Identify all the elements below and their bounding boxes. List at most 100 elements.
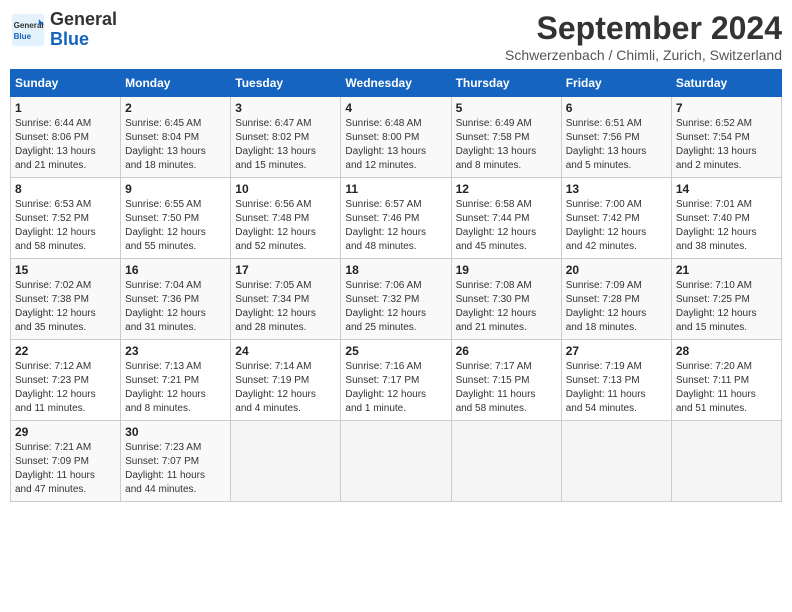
day-number: 16: [125, 263, 226, 277]
calendar-day-cell: [231, 421, 341, 502]
month-year: September 2024: [505, 10, 782, 47]
calendar-day-cell: 20Sunrise: 7:09 AM Sunset: 7:28 PM Dayli…: [561, 259, 671, 340]
day-info: Sunrise: 6:48 AM Sunset: 8:00 PM Dayligh…: [345, 117, 446, 173]
calendar-day-cell: 13Sunrise: 7:00 AM Sunset: 7:42 PM Dayli…: [561, 178, 671, 259]
day-number: 24: [235, 344, 336, 358]
day-number: 27: [566, 344, 667, 358]
calendar-day-cell: 22 Sunrise: 7:12 AM Sunset: 7:23 PM Dayli…: [11, 340, 121, 421]
calendar-week-row: 15 Sunrise: 7:02 AM Sunset: 7:38 PM Dayli…: [11, 259, 782, 340]
calendar-day-cell: 28Sunrise: 7:20 AM Sunset: 7:11 PM Dayli…: [671, 340, 781, 421]
day-number: 8: [15, 182, 116, 196]
calendar-day-cell: 26 Sunrise: 7:17 AM Sunset: 7:15 PM Dayli…: [451, 340, 561, 421]
day-info: Sunrise: 7:17 AM Sunset: 7:15 PM Dayligh…: [456, 360, 557, 416]
day-number: 22: [15, 344, 116, 358]
calendar-day-cell: 4 Sunrise: 6:48 AM Sunset: 8:00 PM Daylig…: [341, 97, 451, 178]
day-header-saturday: Saturday: [671, 70, 781, 97]
title-block: September 2024 Schwerzenbach / Chimli, Z…: [505, 10, 782, 63]
day-header-tuesday: Tuesday: [231, 70, 341, 97]
day-info: Sunrise: 7:05 AM Sunset: 7:34 PM Dayligh…: [235, 279, 336, 335]
day-number: 28: [676, 344, 777, 358]
calendar-day-cell: 19 Sunrise: 7:08 AM Sunset: 7:30 PM Dayli…: [451, 259, 561, 340]
day-number: 29: [15, 425, 116, 439]
day-number: 19: [456, 263, 557, 277]
calendar-day-cell: [451, 421, 561, 502]
day-number: 13: [566, 182, 667, 196]
day-info: Sunrise: 7:12 AM Sunset: 7:23 PM Dayligh…: [15, 360, 116, 416]
day-number: 18: [345, 263, 446, 277]
day-number: 4: [345, 101, 446, 115]
day-info: Sunrise: 6:58 AM Sunset: 7:44 PM Dayligh…: [456, 198, 557, 254]
calendar-day-cell: 11Sunrise: 6:57 AM Sunset: 7:46 PM Dayli…: [341, 178, 451, 259]
calendar-day-cell: [561, 421, 671, 502]
calendar-week-row: 22 Sunrise: 7:12 AM Sunset: 7:23 PM Dayli…: [11, 340, 782, 421]
calendar-header-row: SundayMondayTuesdayWednesdayThursdayFrid…: [11, 70, 782, 97]
day-info: Sunrise: 7:01 AM Sunset: 7:40 PM Dayligh…: [676, 198, 777, 254]
day-info: Sunrise: 7:02 AM Sunset: 7:38 PM Dayligh…: [15, 279, 116, 335]
day-info: Sunrise: 7:13 AM Sunset: 7:21 PM Dayligh…: [125, 360, 226, 416]
day-number: 3: [235, 101, 336, 115]
calendar-day-cell: 12 Sunrise: 6:58 AM Sunset: 7:44 PM Dayli…: [451, 178, 561, 259]
day-info: Sunrise: 7:23 AM Sunset: 7:07 PM Dayligh…: [125, 441, 226, 497]
day-header-thursday: Thursday: [451, 70, 561, 97]
day-number: 25: [345, 344, 446, 358]
day-info: Sunrise: 7:16 AM Sunset: 7:17 PM Dayligh…: [345, 360, 446, 416]
calendar-day-cell: 2 Sunrise: 6:45 AM Sunset: 8:04 PM Daylig…: [121, 97, 231, 178]
calendar-week-row: 29 Sunrise: 7:21 AM Sunset: 7:09 PM Dayli…: [11, 421, 782, 502]
logo: General Blue General Blue: [10, 10, 117, 50]
day-info: Sunrise: 6:53 AM Sunset: 7:52 PM Dayligh…: [15, 198, 116, 254]
day-number: 11: [345, 182, 446, 196]
day-number: 17: [235, 263, 336, 277]
calendar-day-cell: 17 Sunrise: 7:05 AM Sunset: 7:34 PM Dayli…: [231, 259, 341, 340]
day-info: Sunrise: 7:04 AM Sunset: 7:36 PM Dayligh…: [125, 279, 226, 335]
logo-text: General Blue: [50, 10, 117, 50]
calendar-day-cell: [341, 421, 451, 502]
calendar-day-cell: 1 Sunrise: 6:44 AM Sunset: 8:06 PM Daylig…: [11, 97, 121, 178]
day-info: Sunrise: 6:45 AM Sunset: 8:04 PM Dayligh…: [125, 117, 226, 173]
calendar-day-cell: 27 Sunrise: 7:19 AM Sunset: 7:13 PM Dayli…: [561, 340, 671, 421]
day-header-sunday: Sunday: [11, 70, 121, 97]
calendar-day-cell: 29 Sunrise: 7:21 AM Sunset: 7:09 PM Dayli…: [11, 421, 121, 502]
calendar-day-cell: 25 Sunrise: 7:16 AM Sunset: 7:17 PM Dayli…: [341, 340, 451, 421]
day-info: Sunrise: 6:49 AM Sunset: 7:58 PM Dayligh…: [456, 117, 557, 173]
calendar-day-cell: 9Sunrise: 6:55 AM Sunset: 7:50 PM Daylig…: [121, 178, 231, 259]
calendar-day-cell: 23 Sunrise: 7:13 AM Sunset: 7:21 PM Dayli…: [121, 340, 231, 421]
day-number: 15: [15, 263, 116, 277]
calendar-week-row: 8 Sunrise: 6:53 AM Sunset: 7:52 PM Daylig…: [11, 178, 782, 259]
day-number: 26: [456, 344, 557, 358]
calendar-day-cell: 24 Sunrise: 7:14 AM Sunset: 7:19 PM Dayli…: [231, 340, 341, 421]
day-info: Sunrise: 6:47 AM Sunset: 8:02 PM Dayligh…: [235, 117, 336, 173]
day-number: 2: [125, 101, 226, 115]
day-info: Sunrise: 7:08 AM Sunset: 7:30 PM Dayligh…: [456, 279, 557, 335]
day-header-friday: Friday: [561, 70, 671, 97]
calendar-week-row: 1 Sunrise: 6:44 AM Sunset: 8:06 PM Daylig…: [11, 97, 782, 178]
calendar-day-cell: 16 Sunrise: 7:04 AM Sunset: 7:36 PM Dayli…: [121, 259, 231, 340]
calendar-day-cell: 15 Sunrise: 7:02 AM Sunset: 7:38 PM Dayli…: [11, 259, 121, 340]
calendar-day-cell: 18 Sunrise: 7:06 AM Sunset: 7:32 PM Dayli…: [341, 259, 451, 340]
day-info: Sunrise: 6:44 AM Sunset: 8:06 PM Dayligh…: [15, 117, 116, 173]
day-number: 23: [125, 344, 226, 358]
day-number: 14: [676, 182, 777, 196]
day-number: 5: [456, 101, 557, 115]
day-info: Sunrise: 7:21 AM Sunset: 7:09 PM Dayligh…: [15, 441, 116, 497]
day-number: 30: [125, 425, 226, 439]
day-info: Sunrise: 6:55 AM Sunset: 7:50 PM Dayligh…: [125, 198, 226, 254]
day-info: Sunrise: 7:19 AM Sunset: 7:13 PM Dayligh…: [566, 360, 667, 416]
calendar-day-cell: 8 Sunrise: 6:53 AM Sunset: 7:52 PM Daylig…: [11, 178, 121, 259]
calendar-day-cell: 3 Sunrise: 6:47 AM Sunset: 8:02 PM Daylig…: [231, 97, 341, 178]
day-info: Sunrise: 7:10 AM Sunset: 7:25 PM Dayligh…: [676, 279, 777, 335]
day-number: 7: [676, 101, 777, 115]
calendar-day-cell: 10Sunrise: 6:56 AM Sunset: 7:48 PM Dayli…: [231, 178, 341, 259]
day-header-wednesday: Wednesday: [341, 70, 451, 97]
calendar-day-cell: [671, 421, 781, 502]
day-number: 21: [676, 263, 777, 277]
day-info: Sunrise: 7:09 AM Sunset: 7:28 PM Dayligh…: [566, 279, 667, 335]
day-number: 10: [235, 182, 336, 196]
svg-text:Blue: Blue: [14, 32, 32, 41]
calendar-day-cell: 7 Sunrise: 6:52 AM Sunset: 7:54 PM Daylig…: [671, 97, 781, 178]
day-number: 12: [456, 182, 557, 196]
day-info: Sunrise: 6:52 AM Sunset: 7:54 PM Dayligh…: [676, 117, 777, 173]
day-info: Sunrise: 7:14 AM Sunset: 7:19 PM Dayligh…: [235, 360, 336, 416]
day-info: Sunrise: 7:06 AM Sunset: 7:32 PM Dayligh…: [345, 279, 446, 335]
day-number: 1: [15, 101, 116, 115]
day-info: Sunrise: 6:51 AM Sunset: 7:56 PM Dayligh…: [566, 117, 667, 173]
